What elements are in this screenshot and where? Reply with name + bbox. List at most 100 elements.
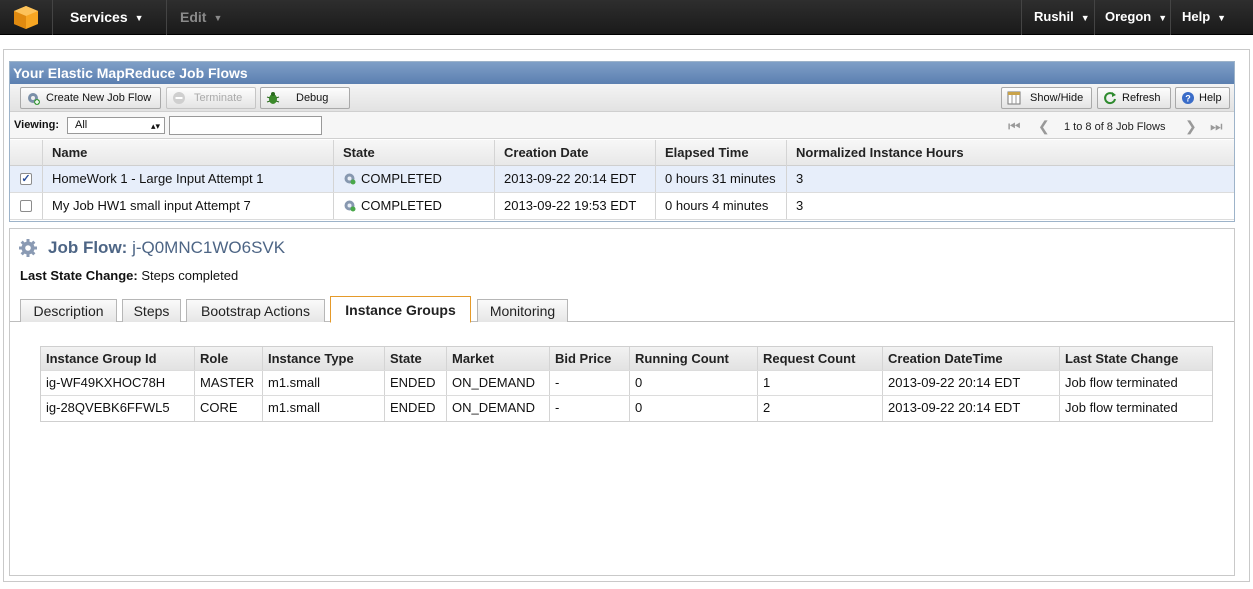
jobflow-id: j-Q0MNC1WO6SVK (132, 238, 286, 257)
first-page-icon[interactable]: ⏮ (1008, 118, 1021, 135)
header-role: Role (195, 347, 263, 370)
cell-market: ON_DEMAND (447, 371, 550, 395)
nav-divider (1094, 0, 1095, 35)
cell-name: HomeWork 1 - Large Input Attempt 1 (43, 166, 334, 192)
cell-role: MASTER (195, 371, 263, 395)
viewing-label: Viewing: (14, 119, 60, 131)
last-state-change: Last State Change: Steps completed (20, 268, 239, 283)
tab-description[interactable]: Description (20, 299, 117, 322)
header-name[interactable]: Name (43, 140, 334, 166)
header-instance-type: Instance Type (263, 347, 385, 370)
toolbar: Create New Job Flow Terminate Debug Show… (10, 84, 1234, 112)
chevron-down-icon: ▼ (1217, 12, 1227, 23)
create-job-flow-button[interactable]: Create New Job Flow (20, 87, 161, 109)
refresh-icon (1104, 92, 1116, 105)
header-select (10, 140, 43, 166)
header-elapsed-time[interactable]: Elapsed Time (656, 140, 787, 166)
services-menu[interactable]: Services ▼ (70, 0, 144, 35)
cell-instance-type: m1.small (263, 371, 385, 395)
cell-instance-group-id: ig-28QVEBK6FFWL5 (41, 396, 195, 421)
help-button[interactable]: ? Help (1175, 87, 1230, 109)
header-state: State (385, 347, 447, 370)
debug-button[interactable]: Debug (260, 87, 350, 109)
cell-role: CORE (195, 396, 263, 421)
viewing-bar: Viewing: All ▴▾ ⏮ ❮ 1 to 8 of 8 Job Flows… (10, 112, 1234, 139)
tab-instance-groups[interactable]: Instance Groups (330, 296, 471, 323)
aws-logo-icon[interactable] (13, 5, 39, 30)
edit-menu[interactable]: Edit ▼ (180, 0, 222, 35)
help-menu[interactable]: Help ▼ (1182, 0, 1226, 35)
cell-instance-group-id: ig-WF49KXHOC78H (41, 371, 195, 395)
table-row[interactable]: ✓ HomeWork 1 - Large Input Attempt 1 COM… (10, 166, 1234, 193)
grid-header: Name State Creation Date Elapsed Time No… (10, 140, 1234, 166)
chevron-down-icon: ▼ (1080, 12, 1090, 23)
header-last-state-change: Last State Change (1065, 351, 1179, 366)
row-select-cell (10, 193, 43, 219)
header-bid-price: Bid Price (550, 347, 630, 370)
filter-input[interactable] (169, 116, 322, 135)
table-row: ig-WF49KXHOC78H MASTER m1.small ENDED ON… (41, 371, 1212, 396)
gear-icon (19, 239, 37, 257)
gear-icon (344, 173, 356, 185)
cell-request-count: 1 (758, 371, 883, 395)
header-instance-group-id: Instance Group Id (41, 347, 195, 370)
help-icon: ? (1182, 92, 1194, 104)
nav-divider (1021, 0, 1022, 35)
cell-normalized-hours: 3 (796, 198, 804, 213)
jobflows-panel: Your Elastic MapReduce Job Flows Create … (9, 61, 1235, 222)
cell-request-count: 2 (758, 396, 883, 421)
cell-state: COMPLETED (334, 193, 495, 219)
user-menu[interactable]: Rushil ▼ (1034, 0, 1090, 35)
region-menu[interactable]: Oregon ▼ (1105, 0, 1167, 35)
tab-monitoring[interactable]: Monitoring (477, 299, 568, 322)
cell-state: ENDED (385, 396, 447, 421)
cell-elapsed-time: 0 hours 4 minutes (656, 193, 787, 219)
chevron-down-icon: ▼ (1158, 12, 1168, 23)
terminate-button[interactable]: Terminate (166, 87, 256, 109)
header-market: Market (447, 347, 550, 370)
jobflow-detail-pane: Job Flow: j-Q0MNC1WO6SVK Last State Chan… (9, 228, 1235, 576)
cell-creation-date: 2013-09-22 20:14 EDT (495, 166, 656, 192)
cell-last-state-change: Job flow terminated (1065, 375, 1178, 390)
header-state[interactable]: State (334, 140, 495, 166)
cell-normalized-hours: 3 (796, 171, 804, 186)
cell-creation-datetime: 2013-09-22 20:14 EDT (883, 396, 1060, 421)
gear-icon (344, 200, 356, 212)
tab-bootstrap-actions[interactable]: Bootstrap Actions (186, 299, 325, 322)
table-header: Instance Group Id Role Instance Type Sta… (41, 347, 1212, 371)
svg-text:?: ? (1185, 94, 1191, 104)
bug-icon (266, 92, 280, 104)
chevron-down-icon: ▼ (134, 13, 144, 24)
chevron-down-icon: ▼ (213, 13, 223, 24)
next-page-icon[interactable]: ❯ (1185, 118, 1197, 135)
tab-steps[interactable]: Steps (122, 299, 181, 322)
pager-text: 1 to 8 of 8 Job Flows (1064, 121, 1166, 133)
cell-running-count: 0 (630, 371, 758, 395)
prev-page-icon[interactable]: ❮ (1038, 118, 1050, 135)
viewing-select[interactable]: All ▴▾ (67, 117, 165, 134)
show-hide-button[interactable]: Show/Hide (1001, 87, 1092, 109)
cell-last-state-change: Job flow terminated (1065, 400, 1178, 415)
cell-running-count: 0 (630, 396, 758, 421)
table-row[interactable]: My Job HW1 small input Attempt 7 COMPLET… (10, 193, 1234, 220)
top-nav: Services ▼ Edit ▼ Rushil ▼ Oregon ▼ Help ▼ (0, 0, 1253, 35)
panel-title: Your Elastic MapReduce Job Flows (10, 62, 1234, 84)
columns-icon (1007, 91, 1021, 105)
detail-tabs: Description Steps Bootstrap Actions Inst… (10, 296, 1234, 323)
add-gear-icon (28, 93, 40, 105)
cell-bid-price: - (550, 396, 630, 421)
header-creation-date[interactable]: Creation Date (495, 140, 656, 166)
refresh-button[interactable]: Refresh (1097, 87, 1171, 109)
jobflow-title: Job Flow: j-Q0MNC1WO6SVK (48, 238, 286, 257)
row-select-cell (10, 166, 43, 192)
cell-creation-datetime: 2013-09-22 20:14 EDT (883, 371, 1060, 395)
cell-state: ENDED (385, 371, 447, 395)
select-arrows-icon: ▴▾ (150, 121, 160, 131)
terminate-icon (173, 92, 185, 104)
cell-bid-price: - (550, 371, 630, 395)
table-row: ig-28QVEBK6FFWL5 CORE m1.small ENDED ON_… (41, 396, 1212, 421)
header-request-count: Request Count (758, 347, 883, 370)
header-normalized-hours[interactable]: Normalized Instance Hours (787, 140, 1234, 166)
last-page-icon[interactable]: ⏭ (1210, 118, 1223, 135)
cell-instance-type: m1.small (263, 396, 385, 421)
